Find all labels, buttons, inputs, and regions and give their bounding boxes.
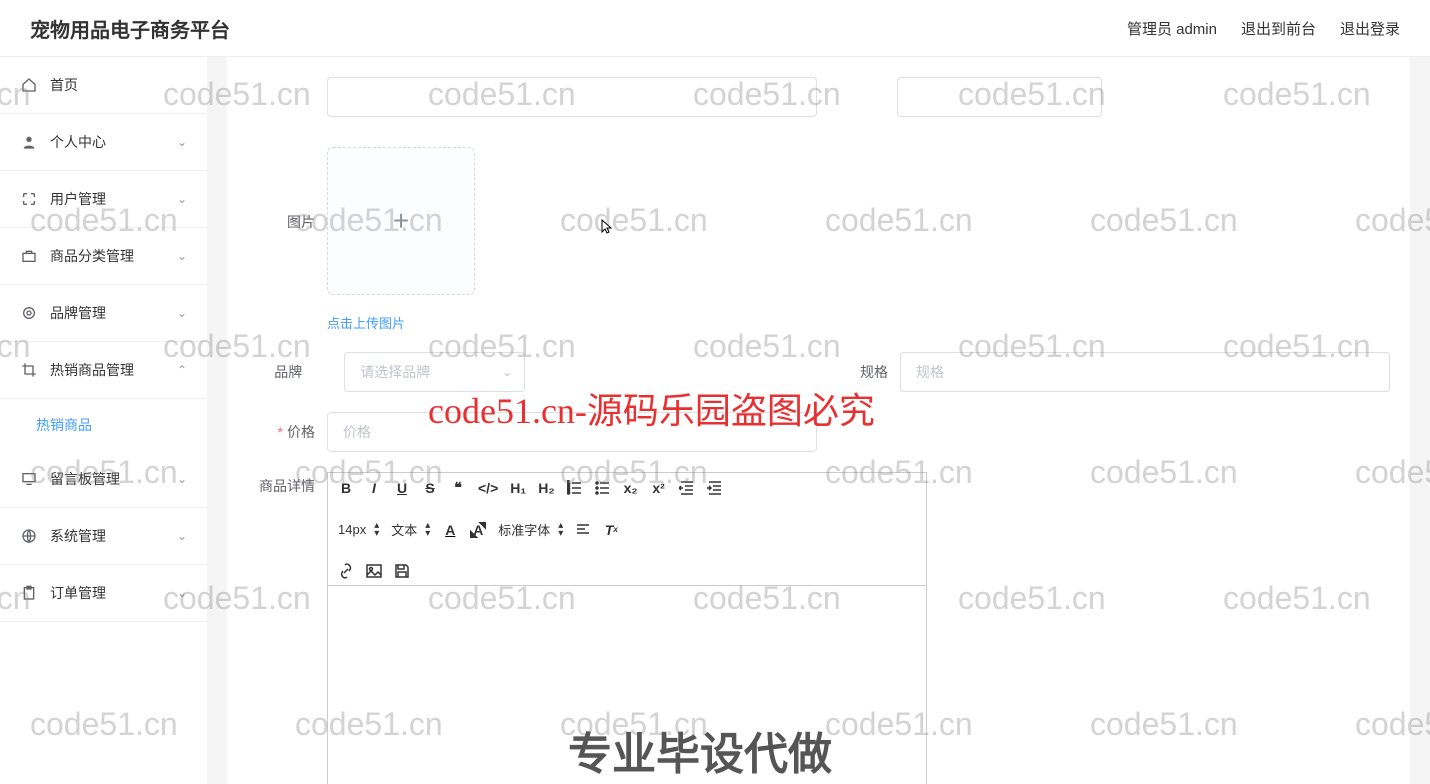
align-button[interactable] bbox=[575, 522, 591, 538]
sidebar-item-label: 留言板管理 bbox=[50, 469, 120, 489]
sidebar-sub-hot-product[interactable]: 热销商品 bbox=[0, 399, 207, 451]
globe-icon bbox=[20, 527, 38, 545]
subscript-button[interactable]: x₂ bbox=[623, 480, 639, 496]
chevron-down-icon: ⌄ bbox=[177, 306, 187, 320]
sidebar-item-category[interactable]: 商品分类管理 ⌄ bbox=[0, 228, 207, 285]
font-size-select[interactable]: 14px▴▾ bbox=[338, 522, 379, 538]
editor-toolbar: B I U S ❝ </> H₁ H₂ 123 x₂ x² bbox=[328, 473, 926, 586]
image-button[interactable] bbox=[366, 563, 382, 579]
sidebar-item-label: 用户管理 bbox=[50, 189, 106, 209]
text-type-select[interactable]: 文本▴▾ bbox=[391, 520, 430, 539]
spec-label: 规格 bbox=[850, 362, 900, 382]
save-button[interactable] bbox=[394, 563, 410, 579]
sidebar-item-label: 首页 bbox=[50, 75, 78, 95]
superscript-button[interactable]: x² bbox=[651, 480, 667, 496]
sidebar-item-hot[interactable]: 热销商品管理 ⌃ bbox=[0, 342, 207, 399]
app-title: 宠物用品电子商务平台 bbox=[30, 14, 230, 43]
header-right: 管理员 admin 退出到前台 退出登录 bbox=[1127, 18, 1400, 39]
frame-icon bbox=[20, 190, 38, 208]
indent-button[interactable] bbox=[707, 480, 723, 496]
sidebar-item-users[interactable]: 用户管理 ⌄ bbox=[0, 171, 207, 228]
sidebar-item-label: 个人中心 bbox=[50, 132, 106, 152]
sidebar-item-label: 热销商品管理 bbox=[50, 360, 134, 380]
rich-text-editor: B I U S ❝ </> H₁ H₂ 123 x₂ x² bbox=[327, 472, 927, 784]
sidebar-item-order[interactable]: 订单管理 ⌄ bbox=[0, 565, 207, 622]
crop-icon bbox=[20, 361, 38, 379]
sidebar-item-brand[interactable]: 品牌管理 ⌄ bbox=[0, 285, 207, 342]
editor-body[interactable] bbox=[328, 586, 926, 784]
chevron-down-icon: ⌄ bbox=[177, 192, 187, 206]
chevron-down-icon: ⌄ bbox=[502, 365, 512, 379]
chevron-up-icon: ⌃ bbox=[177, 363, 187, 377]
spec-input[interactable] bbox=[900, 352, 1390, 392]
sidebar-item-message[interactable]: 留言板管理 ⌄ bbox=[0, 451, 207, 508]
italic-button[interactable]: I bbox=[366, 480, 382, 496]
sidebar-item-system[interactable]: 系统管理 ⌄ bbox=[0, 508, 207, 565]
unordered-list-button[interactable] bbox=[595, 480, 611, 496]
image-upload-box[interactable]: + bbox=[327, 147, 475, 295]
person-icon bbox=[20, 133, 38, 151]
text-color-button[interactable]: A bbox=[442, 522, 458, 538]
monitor-icon bbox=[20, 470, 38, 488]
sidebar-item-label: 订单管理 bbox=[50, 583, 106, 603]
bold-button[interactable]: B bbox=[338, 480, 354, 496]
sidebar-item-profile[interactable]: 个人中心 ⌄ bbox=[0, 114, 207, 171]
admin-label[interactable]: 管理员 admin bbox=[1127, 18, 1217, 39]
brand-label: 品牌 bbox=[247, 362, 314, 382]
sidebar: 首页 个人中心 ⌄ 用户管理 ⌄ 商品分类管理 ⌄ 品牌管理 ⌄ 热销商品管理 … bbox=[0, 57, 207, 784]
bg-color-button[interactable]: A bbox=[470, 522, 486, 538]
underline-button[interactable]: U bbox=[394, 480, 410, 496]
link-button[interactable] bbox=[338, 563, 354, 579]
image-label: 图片 bbox=[247, 147, 327, 232]
product-name-input[interactable] bbox=[327, 77, 817, 117]
plus-icon: + bbox=[393, 205, 409, 237]
code-button[interactable]: </> bbox=[478, 480, 498, 496]
chevron-down-icon: ⌄ bbox=[177, 472, 187, 486]
chevron-down-icon: ⌄ bbox=[177, 586, 187, 600]
main-content: 图片 + 点击上传图片 品牌 请选择品牌 ⌄ 规格 bbox=[207, 57, 1430, 784]
chevron-down-icon: ⌄ bbox=[177, 529, 187, 543]
logout-link[interactable]: 退出登录 bbox=[1340, 18, 1400, 39]
product-code-input[interactable] bbox=[897, 77, 1102, 117]
h2-button[interactable]: H₂ bbox=[538, 480, 554, 496]
sidebar-item-home[interactable]: 首页 bbox=[0, 57, 207, 114]
detail-label: 商品详情 bbox=[247, 472, 327, 496]
brand-select[interactable]: 请选择品牌 ⌄ bbox=[344, 352, 525, 392]
svg-text:3: 3 bbox=[567, 490, 570, 496]
ordered-list-button[interactable]: 123 bbox=[567, 480, 583, 496]
quote-button[interactable]: ❝ bbox=[450, 479, 466, 496]
upload-hint-link[interactable]: 点击上传图片 bbox=[327, 313, 475, 332]
logout-front-link[interactable]: 退出到前台 bbox=[1241, 18, 1316, 39]
sidebar-item-label: 商品分类管理 bbox=[50, 246, 134, 266]
price-input[interactable] bbox=[327, 412, 817, 452]
chevron-down-icon: ⌄ bbox=[177, 249, 187, 263]
outdent-button[interactable] bbox=[679, 480, 695, 496]
home-icon bbox=[20, 76, 38, 94]
target-icon bbox=[20, 304, 38, 322]
sidebar-item-label: 系统管理 bbox=[50, 526, 106, 546]
font-family-select[interactable]: 标准字体▴▾ bbox=[498, 520, 563, 539]
clipboard-icon bbox=[20, 584, 38, 602]
strikethrough-button[interactable]: S bbox=[422, 480, 438, 496]
briefcase-icon bbox=[20, 247, 38, 265]
clear-format-button[interactable]: Tx bbox=[603, 522, 619, 538]
brand-placeholder: 请选择品牌 bbox=[360, 362, 430, 382]
h1-button[interactable]: H₁ bbox=[510, 480, 526, 496]
sidebar-item-label: 品牌管理 bbox=[50, 303, 106, 323]
price-label: 价格 bbox=[247, 422, 327, 442]
chevron-down-icon: ⌄ bbox=[177, 135, 187, 149]
header: 宠物用品电子商务平台 管理员 admin 退出到前台 退出登录 bbox=[0, 0, 1430, 57]
